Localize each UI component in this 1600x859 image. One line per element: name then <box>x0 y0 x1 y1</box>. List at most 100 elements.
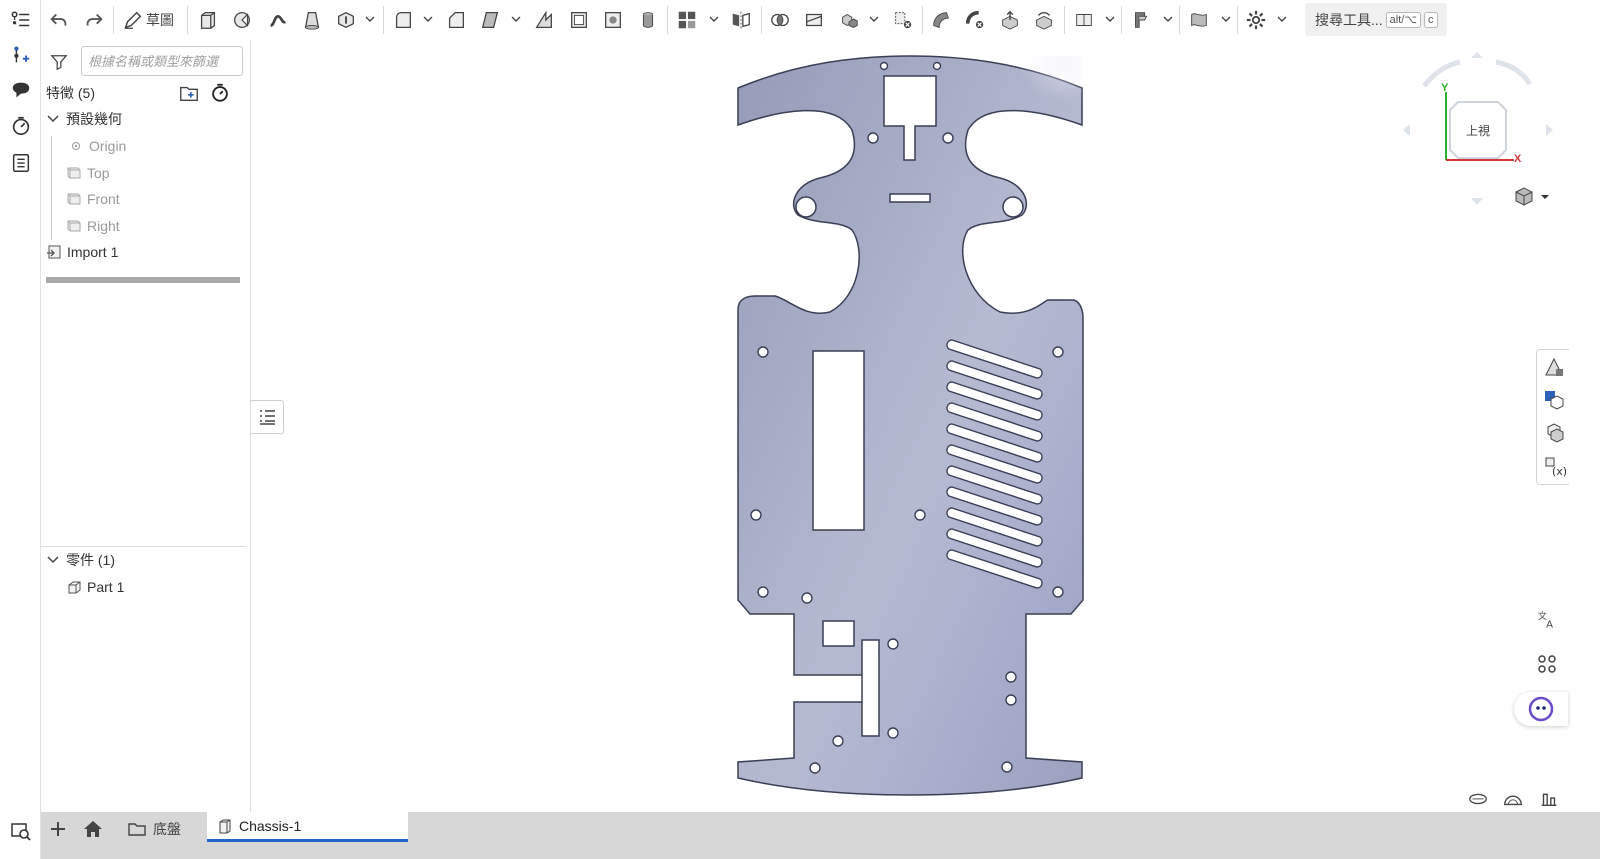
boolean-icon[interactable] <box>769 7 791 33</box>
cylinder-icon[interactable] <box>637 7 659 33</box>
sketch-button[interactable]: 草圖 <box>122 7 174 33</box>
fillet-icon[interactable] <box>392 7 414 33</box>
sheet-metal-icon[interactable] <box>1130 7 1152 33</box>
settings-icon[interactable] <box>1245 7 1267 33</box>
chevron-down-icon[interactable] <box>423 12 433 26</box>
chassis-part[interactable] <box>252 40 1600 812</box>
sweep-icon[interactable] <box>267 7 289 33</box>
part-list-item[interactable]: Part 1 <box>66 576 124 598</box>
comments-icon[interactable] <box>8 77 34 103</box>
add-folder-icon[interactable] <box>178 82 200 104</box>
delete-part-icon[interactable] <box>892 7 914 33</box>
shortcut-key-c: c <box>1424 11 1438 28</box>
tree-item-origin[interactable]: Origin <box>68 135 126 157</box>
breadcrumb-folder-label: 底盤 <box>153 821 181 837</box>
pattern-icon[interactable] <box>676 7 698 33</box>
highlight <box>968 56 1082 150</box>
search-in-document-icon[interactable] <box>10 820 32 842</box>
revolve-icon[interactable] <box>231 7 253 33</box>
transform-icon[interactable] <box>838 7 860 33</box>
default-geometry-label: 預設幾何 <box>66 111 122 127</box>
chevron-down-icon[interactable] <box>1105 12 1115 26</box>
render-mode-icon[interactable] <box>1538 788 1560 808</box>
arrow-right-icon[interactable] <box>1546 124 1553 136</box>
default-geometry-folder[interactable]: 預設幾何 <box>46 108 122 130</box>
replace-face-icon[interactable] <box>1033 7 1055 33</box>
parts-folder[interactable]: 零件 (1) <box>46 549 115 571</box>
arrow-up-icon[interactable] <box>1471 52 1483 58</box>
split-icon[interactable] <box>803 7 825 33</box>
apps-icon[interactable] <box>1530 647 1564 681</box>
history-icon[interactable] <box>8 113 34 139</box>
feature-filter-input[interactable] <box>81 46 243 76</box>
mass-properties-icon[interactable] <box>1542 388 1566 412</box>
search-tools-label: 搜尋工具... <box>1315 11 1383 28</box>
rotate-right-arrow[interactable] <box>1495 59 1533 86</box>
mirror-icon[interactable] <box>730 7 752 33</box>
properties-icon[interactable] <box>8 150 34 176</box>
redo-icon[interactable] <box>83 7 105 33</box>
tree-item-label: Front <box>87 191 120 207</box>
chamfer-icon[interactable] <box>445 7 467 33</box>
modify-fillet-icon[interactable] <box>930 7 952 33</box>
hole-icon[interactable] <box>602 7 624 33</box>
view-options-button[interactable] <box>1512 186 1552 208</box>
rib-icon[interactable] <box>533 7 555 33</box>
part-icon <box>68 581 81 594</box>
arrow-left-icon[interactable] <box>1403 124 1410 136</box>
chassis-outline <box>737 55 1084 796</box>
chevron-down-icon[interactable] <box>46 112 60 126</box>
chevron-down-icon[interactable] <box>709 12 719 26</box>
pencil-icon <box>124 11 142 29</box>
onshape-app: 草圖 搜尋工具... alt/⌥ c 根據名稱或類型來篩選 特徵 (5) 預設幾… <box>0 0 1600 859</box>
rollback-bar[interactable] <box>46 277 240 283</box>
breadcrumb-folder[interactable]: 底盤 <box>127 816 181 842</box>
loft-icon[interactable] <box>301 7 323 33</box>
sketch-label: 草圖 <box>146 12 174 28</box>
surface-icon[interactable] <box>1188 7 1210 33</box>
add-tab-button[interactable] <box>47 816 69 842</box>
thicken-icon[interactable] <box>335 7 357 33</box>
home-button[interactable] <box>81 816 105 842</box>
extrude-icon[interactable] <box>197 7 219 33</box>
shell-icon[interactable] <box>568 7 590 33</box>
chevron-down-icon[interactable] <box>1163 12 1173 26</box>
chevron-down-icon[interactable] <box>365 12 375 26</box>
tree-item-import[interactable]: Import 1 <box>46 241 118 263</box>
chevron-down-icon[interactable] <box>869 12 879 26</box>
arrow-down-icon[interactable] <box>1471 198 1483 205</box>
tree-item-front[interactable]: Front <box>66 188 120 210</box>
tree-item-right[interactable]: Right <box>66 215 120 237</box>
chevron-down-icon[interactable] <box>511 12 521 26</box>
tree-item-label: Import 1 <box>67 244 119 260</box>
graphics-viewport[interactable] <box>252 40 1600 812</box>
filter-icon[interactable] <box>50 53 68 71</box>
right-dock: (x) <box>1536 349 1569 485</box>
features-header: 特徵 (5) <box>46 85 95 101</box>
tree-item-label: Origin <box>89 138 127 154</box>
translate-icon[interactable]: 文A <box>1530 602 1564 636</box>
variables-icon[interactable]: (x) <box>1542 454 1566 478</box>
section-view-icon[interactable] <box>1502 788 1524 808</box>
feature-list-icon[interactable] <box>8 7 34 33</box>
chevron-down-icon[interactable] <box>1221 12 1231 26</box>
tab-part-studio[interactable]: Chassis-1 <box>207 812 408 842</box>
search-tools-button[interactable]: 搜尋工具... alt/⌥ c <box>1305 3 1447 36</box>
chevron-down-icon[interactable] <box>1277 12 1287 26</box>
assistant-button[interactable] <box>1514 692 1568 726</box>
configurations-icon[interactable] <box>1542 421 1566 445</box>
move-face-icon[interactable] <box>999 7 1021 33</box>
appearance-icon[interactable] <box>1542 355 1566 379</box>
plane-icon[interactable] <box>1073 7 1095 33</box>
plane-icon <box>67 193 81 205</box>
undo-icon[interactable] <box>48 7 70 33</box>
tree-item-label: Top <box>87 165 110 181</box>
draft-icon[interactable] <box>479 7 501 33</box>
x-axis-label: X <box>1514 153 1522 165</box>
insert-feature-icon[interactable] <box>8 42 34 68</box>
rebuild-timer-icon[interactable] <box>209 82 231 104</box>
chevron-down-icon[interactable] <box>46 553 60 567</box>
tree-item-top[interactable]: Top <box>66 162 110 184</box>
measure-tool-icon[interactable] <box>1467 788 1489 808</box>
delete-face-icon[interactable] <box>964 7 986 33</box>
